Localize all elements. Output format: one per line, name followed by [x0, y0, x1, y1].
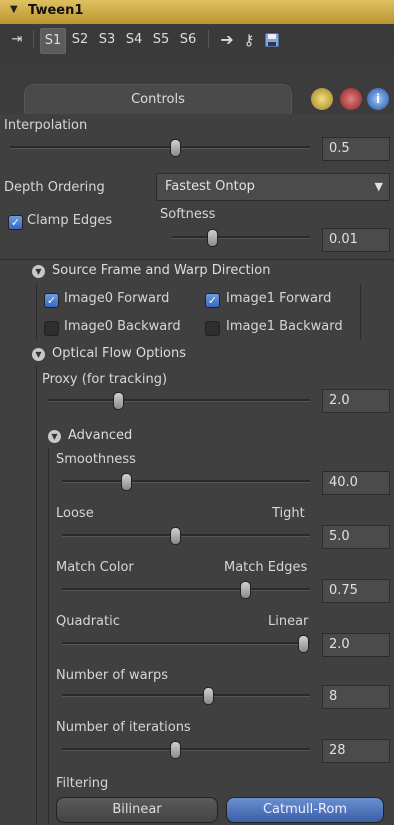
softness-value[interactable]: 0.01 [322, 228, 390, 252]
filtering-label: Filtering [56, 776, 109, 791]
slot-s6-button[interactable]: S6 [176, 28, 200, 52]
interpolation-slider-thumb[interactable] [170, 139, 181, 157]
slot-s3-button[interactable]: S3 [95, 28, 119, 52]
interpolation-slider[interactable] [10, 146, 310, 149]
match-slider-thumb[interactable] [240, 581, 251, 599]
proxy-label: Proxy (for tracking) [42, 372, 168, 387]
quadratic-linear-slider-thumb[interactable] [298, 635, 309, 653]
smoothness-value[interactable]: 40.0 [322, 471, 390, 495]
image1-forward-checkbox[interactable]: ✓ [205, 293, 220, 308]
image1-backward-label: Image1 Backward [226, 319, 343, 334]
slot-s5-button[interactable]: S5 [149, 28, 173, 52]
iterations-label: Number of iterations [56, 720, 191, 735]
interpolation-label: Interpolation [4, 118, 88, 133]
quadratic-linear-slider[interactable] [62, 642, 310, 645]
softness-slider-thumb[interactable] [207, 229, 218, 247]
collapse-arrow-icon[interactable]: ▼ [32, 348, 45, 361]
loose-tight-slider-thumb[interactable] [170, 527, 181, 545]
slot-s2-button[interactable]: S2 [68, 28, 92, 52]
iterations-slider[interactable] [62, 748, 310, 751]
divider [0, 259, 394, 260]
pin-icon[interactable]: ⇥ [8, 28, 26, 52]
catmull-rom-button[interactable]: Catmull-Rom [226, 797, 384, 823]
quadratic-linear-value[interactable]: 2.0 [322, 633, 390, 657]
radioactive-icon[interactable] [311, 88, 333, 110]
match-color-label: Match Color [56, 560, 134, 575]
slot-s4-button[interactable]: S4 [122, 28, 146, 52]
collapse-arrow-icon[interactable]: ▼ [32, 265, 45, 278]
advanced-header[interactable]: Advanced [68, 428, 132, 443]
clamp-edges-checkbox[interactable]: ✓ [8, 215, 23, 230]
tool-title: Tween1 [28, 3, 84, 18]
slot-s1-button[interactable]: S1 [40, 28, 66, 54]
save-icon[interactable] [262, 28, 282, 52]
group-border [48, 448, 49, 825]
warps-value[interactable]: 8 [322, 685, 390, 709]
group-border [36, 366, 37, 825]
bilinear-button[interactable]: Bilinear [56, 797, 218, 823]
group-border [36, 284, 37, 340]
interpolation-value[interactable]: 0.5 [322, 137, 390, 161]
smoothness-label: Smoothness [56, 452, 136, 467]
proxy-slider[interactable] [48, 399, 310, 402]
tight-label: Tight [272, 506, 305, 521]
toolbar-divider [208, 30, 209, 48]
depth-ordering-value: Fastest Ontop [165, 179, 255, 194]
softness-label: Softness [160, 207, 216, 222]
warps-slider-thumb[interactable] [203, 687, 214, 705]
image1-forward-label: Image1 Forward [226, 291, 332, 306]
proxy-value[interactable]: 2.0 [322, 389, 390, 413]
warps-slider[interactable] [62, 694, 310, 697]
tab-controls[interactable]: Controls [24, 84, 292, 115]
loose-tight-slider[interactable] [62, 534, 310, 537]
settings-gear-icon[interactable] [340, 88, 362, 110]
iterations-slider-thumb[interactable] [170, 741, 181, 759]
key-icon[interactable]: ⚷ [238, 28, 260, 52]
image0-forward-checkbox[interactable]: ✓ [44, 293, 59, 308]
loose-label: Loose [56, 506, 94, 521]
collapse-arrow-icon[interactable]: ▼ [48, 430, 61, 443]
group-border [360, 284, 361, 340]
loose-tight-value[interactable]: 5.0 [322, 525, 390, 549]
match-slider[interactable] [62, 588, 310, 591]
proxy-slider-thumb[interactable] [113, 392, 124, 410]
optical-flow-header[interactable]: Optical Flow Options [52, 346, 186, 361]
toolbar-divider [33, 30, 34, 48]
chevron-down-icon: ▼ [374, 180, 383, 193]
depth-ordering-label: Depth Ordering [4, 180, 105, 195]
depth-ordering-dropdown[interactable]: Fastest Ontop ▼ [156, 173, 390, 201]
info-icon[interactable]: i [367, 88, 389, 110]
tool-header[interactable]: ▼ Tween1 [0, 0, 394, 24]
iterations-value[interactable]: 28 [322, 739, 390, 763]
image0-backward-label: Image0 Backward [64, 319, 181, 334]
image1-backward-checkbox[interactable] [205, 321, 220, 336]
image0-backward-checkbox[interactable] [44, 321, 59, 336]
source-frame-header[interactable]: Source Frame and Warp Direction [52, 263, 270, 278]
image0-forward-label: Image0 Forward [64, 291, 170, 306]
softness-slider[interactable] [172, 236, 310, 239]
smoothness-slider-thumb[interactable] [121, 473, 132, 491]
match-value[interactable]: 0.75 [322, 579, 390, 603]
arrow-right-icon[interactable]: ➔ [216, 28, 238, 52]
quadratic-label: Quadratic [56, 614, 120, 629]
clamp-edges-label: Clamp Edges [27, 213, 113, 228]
match-edges-label: Match Edges [224, 560, 308, 575]
linear-label: Linear [268, 614, 309, 629]
smoothness-slider[interactable] [62, 480, 310, 483]
collapse-triangle-icon[interactable]: ▼ [10, 4, 18, 15]
warps-label: Number of warps [56, 668, 168, 683]
